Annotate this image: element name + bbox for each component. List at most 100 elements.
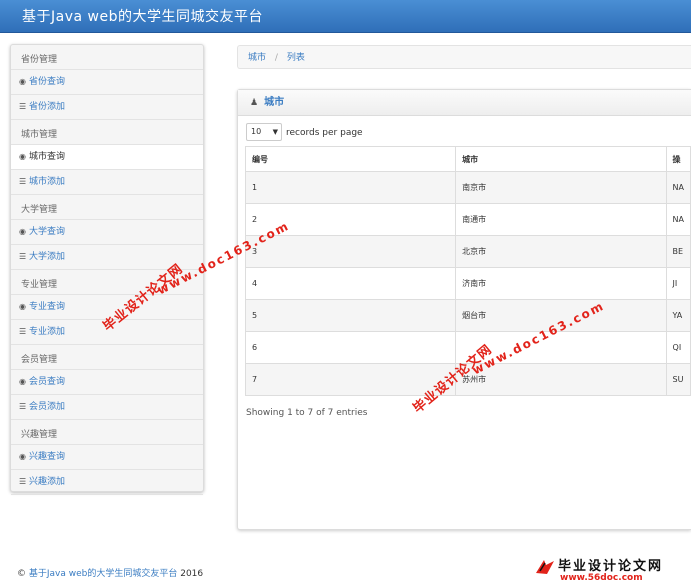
city-panel: ♟ 城市 10 ▼ records per page 编号 城市操 1 南京市 NA 2 南通市…	[237, 89, 691, 530]
table-row[interactable]: 3 北京市 BE	[244, 235, 691, 268]
table-header-row: 编号 城市操	[244, 146, 691, 172]
sidebar-item-label: 兴趣查询	[29, 452, 66, 462]
breadcrumb-item-city[interactable]: 城市	[248, 53, 266, 63]
sidebar-item-query[interactable]: ◉ 兴趣查询	[11, 445, 203, 470]
list-icon: ☰	[19, 252, 27, 261]
table-info: Showing 1 to 7 of 7 entries	[246, 408, 368, 418]
user-icon: ♟	[250, 98, 259, 108]
table-cell: 南通市	[455, 203, 667, 236]
table-row[interactable]: 4 济南市 JI	[244, 267, 691, 300]
breadcrumb: 城市 / 列表	[237, 45, 691, 69]
copyright-symbol: ©	[17, 569, 26, 579]
list-icon: ☰	[19, 177, 27, 186]
table-cell: SU	[665, 363, 691, 396]
sidebar: 省份管理 ◉ 省份查询 ☰ 省份添加 城市管理 ◉ 城市查询 ☰ 城市添加 大学管理 ◉ 大学查询 ☰ 大学…	[10, 44, 204, 495]
footer-year: 2016	[180, 569, 204, 579]
table-cell: 5	[244, 299, 457, 332]
sidebar-group-header: 城市管理	[11, 120, 203, 145]
table-row[interactable]: 7 苏州市 SU	[244, 363, 691, 396]
eye-icon: ◉	[19, 152, 26, 161]
sidebar-item-query[interactable]: ◉ 专业查询	[11, 295, 203, 320]
logo-mark-icon	[536, 560, 554, 574]
sidebar-item-add[interactable]: ☰ 城市添加	[11, 170, 203, 195]
eye-icon: ◉	[19, 452, 26, 461]
table-cell: 济南市	[455, 267, 667, 300]
table-row[interactable]: 6 QI	[244, 331, 691, 364]
table-cell: 4	[244, 267, 457, 300]
table-row[interactable]: 5 烟台市 YA	[244, 299, 691, 332]
sidebar-group-header: 会员管理	[11, 345, 203, 370]
sidebar-item-label: 专业添加	[29, 327, 66, 337]
eye-icon: ◉	[19, 377, 26, 386]
sidebar-item-add[interactable]: ☰ 兴趣添加	[11, 470, 203, 495]
caret-down-icon: ▼	[272, 128, 278, 136]
panel-title: 城市	[264, 97, 285, 108]
table-cell: 南京市	[455, 171, 667, 204]
footer-link[interactable]: 基于Java web的大学生同城交友平台	[29, 569, 177, 579]
table-cell: 2	[244, 203, 457, 236]
table-cell: 3	[244, 235, 457, 268]
page-length-value: 10	[251, 127, 262, 136]
list-icon: ☰	[19, 327, 27, 336]
sidebar-item-label: 城市查询	[29, 152, 66, 162]
sidebar-item-label: 会员添加	[29, 402, 66, 412]
sidebar-item-query[interactable]: ◉ 城市查询	[11, 145, 203, 170]
sidebar-item-query[interactable]: ◉ 会员查询	[11, 370, 203, 395]
sidebar-item-label: 会员查询	[29, 377, 66, 387]
sidebar-item-add[interactable]: ☰ 会员添加	[11, 395, 203, 420]
eye-icon: ◉	[19, 227, 26, 236]
top-navbar: 基于Java web的大学生同城交友平台	[0, 0, 691, 33]
sidebar-item-label: 兴趣添加	[29, 477, 66, 487]
table-cell: 苏州市	[455, 363, 667, 396]
sidebar-group-header: 大学管理	[11, 195, 203, 220]
table-cell: JI	[665, 267, 691, 300]
sidebar-item-label: 省份查询	[29, 77, 66, 87]
sidebar-item-label: 省份添加	[29, 102, 66, 112]
logo-text: 毕业设计论文网	[558, 559, 664, 574]
table-cell: BE	[665, 235, 691, 268]
column-header[interactable]: 编号	[244, 146, 457, 172]
table-cell	[455, 331, 667, 364]
sidebar-item-add[interactable]: ☰ 省份添加	[11, 95, 203, 120]
sidebar-group-header: 专业管理	[11, 270, 203, 295]
column-header[interactable]: 城市	[455, 146, 667, 172]
table-cell: QI	[665, 331, 691, 364]
page-length-control: 10 ▼ records per page	[246, 123, 363, 141]
sidebar-item-label: 大学添加	[29, 252, 66, 262]
logo-url: www.56doc.com	[560, 573, 643, 583]
records-per-page-label: records per page	[286, 127, 363, 138]
sidebar-item-query[interactable]: ◉ 省份查询	[11, 70, 203, 95]
table-cell: YA	[665, 299, 691, 332]
eye-icon: ◉	[19, 77, 26, 86]
table-cell: 7	[244, 363, 457, 396]
table-cell: 1	[244, 171, 457, 204]
sidebar-item-add[interactable]: ☰ 专业添加	[11, 320, 203, 345]
table-cell: NA	[665, 171, 691, 204]
sidebar-item-query[interactable]: ◉ 大学查询	[11, 220, 203, 245]
site-logo: 毕业设计论文网 www.56doc.com	[534, 555, 689, 583]
eye-icon: ◉	[19, 302, 26, 311]
table-cell: 北京市	[455, 235, 667, 268]
table-row[interactable]: 1 南京市 NA	[244, 171, 691, 204]
sidebar-group-header: 省份管理	[11, 45, 203, 70]
breadcrumb-separator: /	[274, 53, 278, 63]
sidebar-item-label: 大学查询	[29, 227, 66, 237]
city-table: 编号 城市操 1 南京市 NA 2 南通市 NA 3 北京市 BE 4 济南市 JI 5 烟台市 YA 6 QI 7…	[244, 146, 691, 396]
sidebar-item-add[interactable]: ☰ 大学添加	[11, 245, 203, 270]
list-icon: ☰	[19, 477, 27, 486]
app-title[interactable]: 基于Java web的大学生同城交友平台	[22, 6, 263, 26]
table-cell: 烟台市	[455, 299, 667, 332]
table-row[interactable]: 2 南通市 NA	[244, 203, 691, 236]
table-cell: NA	[665, 203, 691, 236]
sidebar-item-label: 专业查询	[29, 302, 66, 312]
table-cell: 6	[244, 331, 457, 364]
list-icon: ☰	[19, 402, 27, 411]
sidebar-item-label: 城市添加	[29, 177, 66, 187]
sidebar-group-header: 兴趣管理	[11, 420, 203, 445]
list-icon: ☰	[19, 102, 27, 111]
breadcrumb-item-list[interactable]: 列表	[287, 53, 305, 63]
page-length-select[interactable]: 10 ▼	[246, 123, 282, 141]
column-header[interactable]: 操	[665, 146, 691, 172]
footer: © 基于Java web的大学生同城交友平台 2016	[17, 566, 203, 579]
panel-header: ♟ 城市	[238, 90, 691, 116]
